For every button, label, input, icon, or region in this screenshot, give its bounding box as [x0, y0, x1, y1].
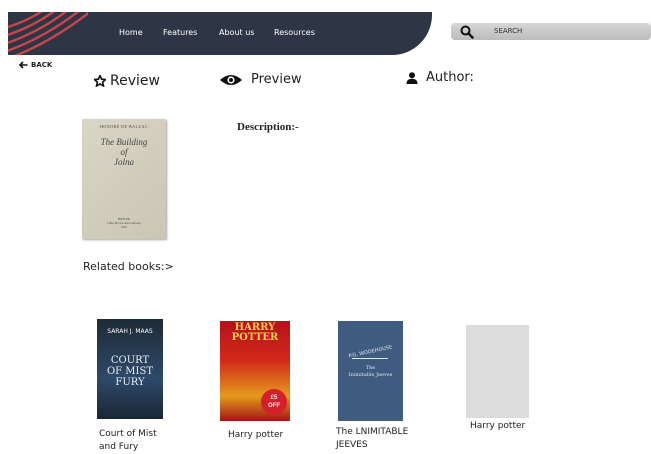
- nav-resources[interactable]: Resources: [274, 28, 315, 37]
- tab-preview[interactable]: Preview: [219, 72, 302, 87]
- book-1-cover-title: COURT OF MIST FURY: [106, 355, 154, 388]
- eye-icon: [220, 74, 242, 85]
- related-book-title-2[interactable]: Harry potter: [228, 429, 283, 442]
- book-3-cover-divider: [352, 358, 388, 359]
- arrow-left-icon: [19, 61, 28, 69]
- decorative-stripes: [8, 12, 88, 55]
- book-cover: HONORÉ DE BALZAC The Building of Jolna B…: [82, 119, 166, 239]
- book-cover-title: The Building of Jolna: [100, 137, 148, 167]
- tab-author-label: Author:: [426, 70, 474, 85]
- top-nav-bar: Home Features About us Resources: [8, 12, 432, 55]
- search-icon: [460, 25, 474, 39]
- tab-review-label: Review: [110, 73, 160, 89]
- search-input[interactable]: SEARCH: [494, 27, 522, 35]
- related-book-title-3[interactable]: The LNIMITABLE JEEVES: [336, 426, 408, 452]
- search-bar[interactable]: SEARCH: [451, 23, 651, 40]
- related-book-cover-2[interactable]: HARRY POTTER £5 OFF: [220, 321, 290, 421]
- related-books-label: Related books:>: [83, 260, 174, 273]
- nav-features[interactable]: Features: [163, 28, 197, 37]
- tab-review[interactable]: Review: [94, 73, 160, 89]
- book-1-cover-author: SARAH J. MAAS: [107, 328, 153, 335]
- user-icon: [406, 71, 418, 84]
- book-2-discount-badge: £5 OFF: [261, 389, 287, 415]
- related-book-cover-3[interactable]: P.G. WODEHOUSE The Inimitable Jeeves: [338, 321, 403, 421]
- tab-preview-label: Preview: [251, 72, 302, 87]
- related-book-title-1[interactable]: Court of Mist and Fury: [99, 428, 157, 454]
- back-button[interactable]: BACK: [19, 61, 52, 69]
- description-label: Description:-: [237, 121, 299, 133]
- book-cover-author: HONORÉ DE BALZAC: [100, 124, 148, 129]
- book-2-cover-title: HARRY POTTER: [231, 322, 279, 343]
- tab-author[interactable]: Author:: [406, 70, 474, 85]
- nav-about-us[interactable]: About us: [219, 28, 254, 37]
- nav-home[interactable]: Home: [119, 28, 143, 37]
- related-book-cover-4[interactable]: [466, 325, 529, 418]
- star-icon: [94, 75, 106, 87]
- book-cover-publisher: BOSTON Little, Brown and Company 1901: [107, 217, 141, 229]
- related-book-cover-1[interactable]: SARAH J. MAAS COURT OF MIST FURY: [97, 319, 163, 419]
- related-book-title-4[interactable]: Harry potter: [470, 420, 525, 433]
- book-3-cover-title: The Inimitable Jeeves: [348, 365, 393, 378]
- back-label: BACK: [31, 61, 53, 69]
